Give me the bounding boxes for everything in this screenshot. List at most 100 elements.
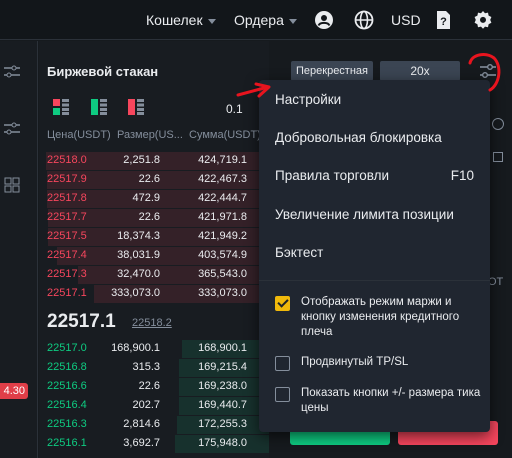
- trading-rules-shortcut: F10: [450, 168, 474, 183]
- settings-dropdown-menu: Настройки Добровольная блокировка Правил…: [259, 80, 490, 432]
- ask-order-row[interactable]: 22517.5 18,374.3 421,949.2: [39, 228, 269, 246]
- ask-order-row[interactable]: 22517.9 22.6 422,467.3: [39, 171, 269, 189]
- mark-price[interactable]: 22518.2: [132, 317, 172, 329]
- price-cell: 22516.8: [47, 361, 87, 373]
- column-header-size: Размер(US...: [117, 129, 183, 141]
- size-cell: 333,073.0: [111, 287, 160, 299]
- bid-order-row[interactable]: 22516.4 202.7 169,440.7: [39, 397, 269, 415]
- price-cell: 22518.0: [47, 154, 87, 166]
- total-cell: 169,215.4: [198, 361, 247, 373]
- bid-order-row[interactable]: 22516.3 2,814.6 172,255.3: [39, 416, 269, 434]
- option-label: Показать кнопки +/- размера тика цены: [301, 387, 481, 414]
- leverage-button[interactable]: 20x: [380, 61, 460, 81]
- ask-order-row[interactable]: 22517.3 32,470.0 365,543.0: [39, 266, 269, 284]
- bid-order-row[interactable]: 22516.6 22.6 169,238.0: [39, 378, 269, 396]
- menu-item-trading-rules[interactable]: Правила торговли: [275, 168, 389, 183]
- price-cell: 22516.6: [47, 380, 87, 392]
- size-cell: 168,900.1: [111, 342, 160, 354]
- total-cell: 421,949.2: [198, 230, 247, 242]
- total-cell: 169,238.0: [198, 380, 247, 392]
- price-cell: 22517.8: [47, 192, 87, 204]
- both-sides-view-icon[interactable]: [53, 99, 69, 115]
- chevron-down-icon: [288, 18, 297, 24]
- wallet-menu[interactable]: Кошелек: [146, 12, 216, 28]
- total-cell: 333,073.0: [198, 287, 247, 299]
- size-cell: 18,374.3: [117, 230, 160, 242]
- help-doc-icon[interactable]: ?: [433, 10, 453, 30]
- bid-order-row[interactable]: 22516.1 3,692.7 175,948.0: [39, 435, 269, 453]
- size-cell: 22.6: [138, 211, 160, 223]
- order-book-panel: Биржевой стакан 0.1 Цена(USDT) Размер(US…: [39, 41, 269, 458]
- orders-menu[interactable]: Ордера: [234, 12, 297, 28]
- price-cell: 22517.4: [47, 249, 87, 261]
- sliders-icon[interactable]: [4, 121, 20, 137]
- asks-only-view-icon[interactable]: [128, 99, 144, 115]
- size-cell: 2,251.8: [123, 154, 160, 166]
- sliders-icon[interactable]: [478, 61, 498, 81]
- price-badge: 4.30: [0, 383, 28, 399]
- precision-selector[interactable]: 0.1: [226, 102, 243, 116]
- ask-order-row[interactable]: 22518.0 2,251.8 424,719.1: [39, 152, 269, 170]
- total-cell: 168,900.1: [198, 342, 247, 354]
- price-cell: 22517.5: [47, 230, 87, 242]
- svg-text:?: ?: [440, 16, 447, 28]
- bids-only-view-icon[interactable]: [91, 99, 107, 115]
- calculator-icon[interactable]: [493, 152, 503, 162]
- price-cell: 22517.0: [47, 342, 87, 354]
- size-cell: 22.6: [138, 380, 160, 392]
- total-cell: 169,440.7: [198, 399, 247, 411]
- chevron-down-icon: [207, 18, 216, 24]
- price-cell: 22516.1: [47, 437, 87, 449]
- globe-icon[interactable]: [354, 10, 374, 30]
- size-cell: 32,470.0: [117, 268, 160, 280]
- total-cell: 403,574.9: [198, 249, 247, 261]
- checkbox-unchecked[interactable]: [275, 356, 290, 371]
- left-panel-edge: 4.30: [0, 41, 38, 458]
- last-price: 22517.1: [47, 311, 116, 332]
- price-cell: 22517.1: [47, 287, 87, 299]
- ask-order-row[interactable]: 22517.8 472.9 422,444.7: [39, 190, 269, 208]
- size-cell: 38,031.9: [117, 249, 160, 261]
- top-navigation-bar: Кошелек Ордера USD ?: [0, 0, 512, 40]
- menu-item-voluntary-lock[interactable]: Добровольная блокировка: [275, 130, 442, 145]
- sliders-icon[interactable]: [4, 64, 20, 80]
- option-label: Продвинутый TP/SL: [301, 356, 409, 368]
- size-cell: 472.9: [132, 192, 160, 204]
- user-icon[interactable]: [314, 10, 334, 30]
- column-header-price: Цена(USDT): [47, 129, 111, 141]
- currency-selector[interactable]: USD: [391, 12, 421, 28]
- ask-order-row[interactable]: 22517.1 333,073.0 333,073.0: [39, 285, 269, 303]
- bid-order-row[interactable]: 22517.0 168,900.1 168,900.1: [39, 340, 269, 358]
- total-cell: 365,543.0: [198, 268, 247, 280]
- checkbox-checked[interactable]: [275, 296, 290, 311]
- ask-order-row[interactable]: 22517.7 22.6 421,971.8: [39, 209, 269, 227]
- margin-mode-button[interactable]: Перекрестная: [291, 61, 373, 81]
- total-cell: 175,948.0: [198, 437, 247, 449]
- total-cell: 424,719.1: [198, 154, 247, 166]
- total-cell: 172,255.3: [198, 418, 247, 430]
- menu-item-settings[interactable]: Настройки: [275, 92, 341, 107]
- size-cell: 22.6: [138, 173, 160, 185]
- menu-item-position-limit[interactable]: Увеличение лимита позиции: [275, 207, 454, 222]
- price-cell: 22517.9: [47, 173, 87, 185]
- gear-icon[interactable]: [473, 10, 493, 30]
- menu-item-backtest[interactable]: Бэктест: [275, 245, 323, 260]
- orders-menu-label: Ордера: [234, 12, 284, 28]
- wallet-menu-label: Кошелек: [146, 12, 203, 28]
- size-cell: 315.3: [132, 361, 160, 373]
- column-header-total: Сумма(USDT): [189, 129, 261, 141]
- size-cell: 2,814.6: [123, 418, 160, 430]
- bid-order-row[interactable]: 22516.8 315.3 169,215.4: [39, 359, 269, 377]
- info-icon[interactable]: [492, 118, 504, 130]
- size-cell: 202.7: [132, 399, 160, 411]
- grid-icon[interactable]: [4, 177, 20, 193]
- price-cell: 22517.7: [47, 211, 87, 223]
- size-cell: 3,692.7: [123, 437, 160, 449]
- menu-divider: [259, 280, 490, 281]
- price-cell: 22516.3: [47, 418, 87, 430]
- total-cell: 422,444.7: [198, 192, 247, 204]
- price-cell: 22517.3: [47, 268, 87, 280]
- ask-order-row[interactable]: 22517.4 38,031.9 403,574.9: [39, 247, 269, 265]
- checkbox-unchecked[interactable]: [275, 387, 290, 402]
- total-cell: 422,467.3: [198, 173, 247, 185]
